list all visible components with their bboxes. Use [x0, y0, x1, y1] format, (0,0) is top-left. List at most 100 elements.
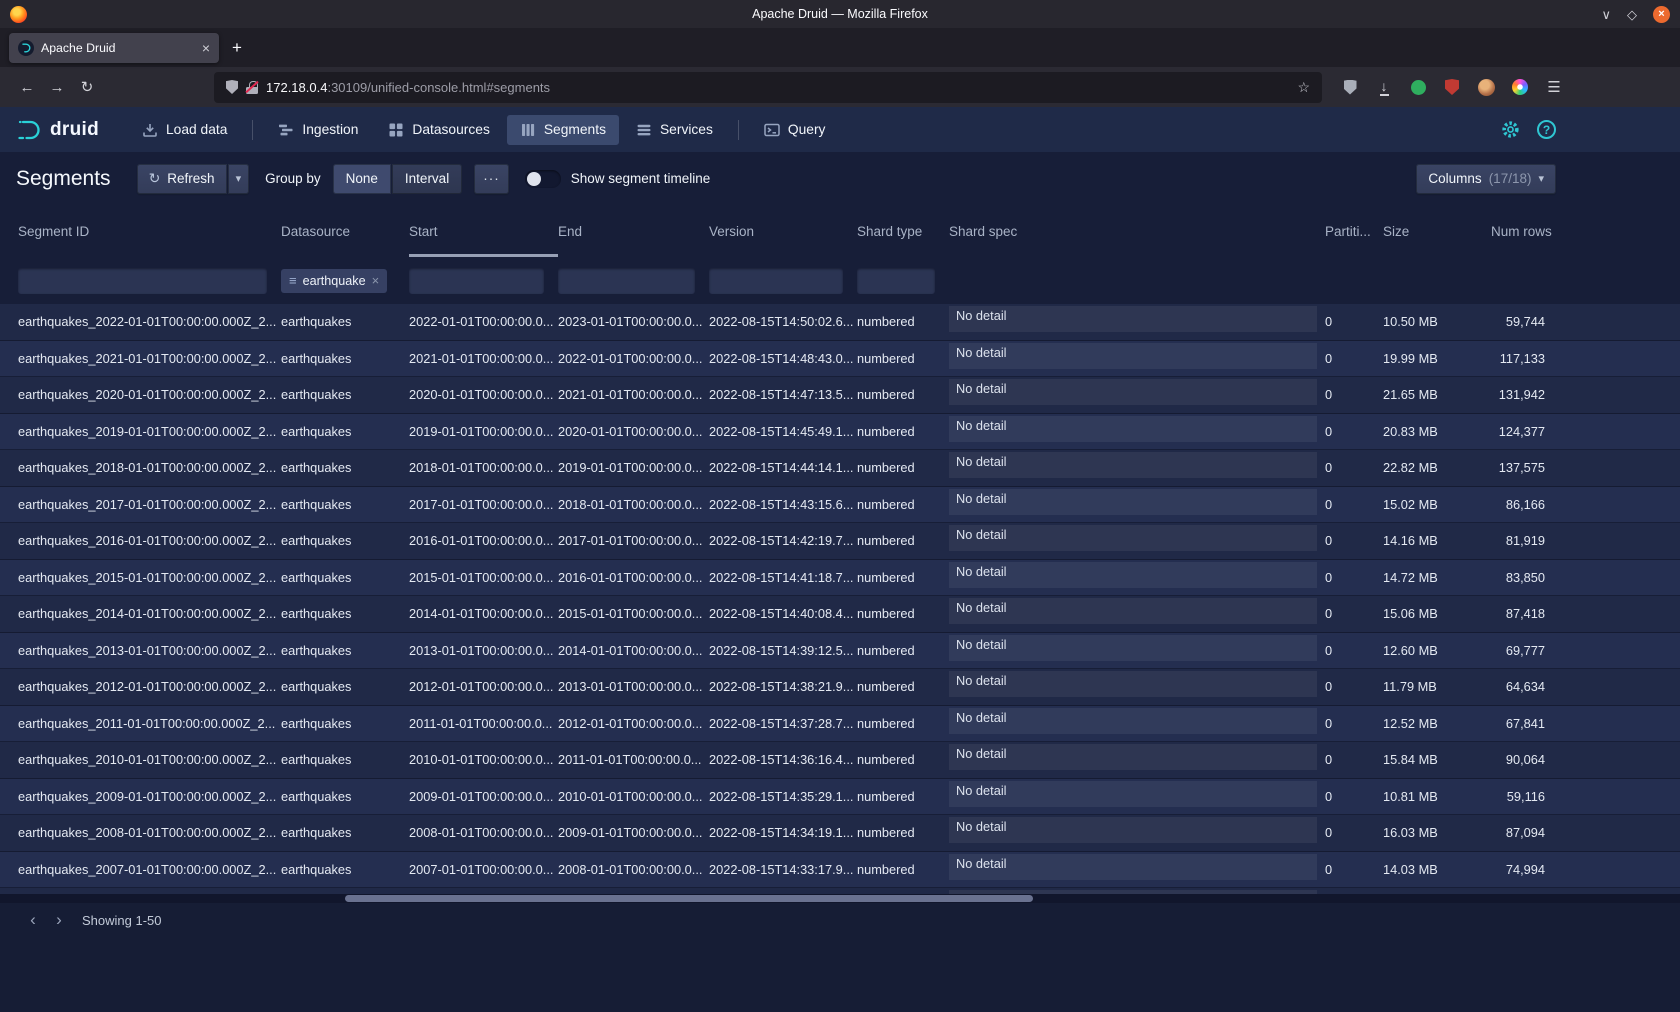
filter-input-shard-type[interactable]: [857, 268, 935, 294]
cell-size[interactable]: 10.50 MB: [1383, 304, 1491, 340]
cell-start[interactable]: 2018-01-01T00:00:00.0...: [409, 450, 558, 486]
column-header-shard-spec[interactable]: Shard spec: [949, 205, 1325, 257]
forward-button[interactable]: →: [42, 72, 72, 102]
cell-shard-spec[interactable]: No detail: [949, 523, 1325, 559]
cell-num-rows[interactable]: 67,841: [1491, 706, 1565, 742]
filter-input-version[interactable]: [709, 268, 843, 294]
reload-button[interactable]: ↻: [72, 72, 102, 102]
cell-datasource[interactable]: earthquakes: [281, 815, 409, 851]
cell-datasource[interactable]: earthquakes: [281, 852, 409, 888]
cell-segment-id[interactable]: earthquakes_2021-01-01T00:00:00.000Z_2..…: [18, 341, 281, 377]
cell-version[interactable]: 2022-08-15T14:37:28.7...: [709, 706, 857, 742]
cell-num-rows[interactable]: 86,166: [1491, 487, 1565, 523]
cell-shard-spec[interactable]: No detail: [949, 706, 1325, 742]
filter-input-start[interactable]: [409, 268, 544, 294]
filter-input-end[interactable]: [558, 268, 695, 294]
cell-shard-type[interactable]: numbered: [857, 852, 949, 888]
cell-end[interactable]: 2011-01-01T00:00:00.0...: [558, 742, 709, 778]
cell-segment-id[interactable]: earthquakes_2011-01-01T00:00:00.000Z_2..…: [18, 706, 281, 742]
cell-segment-id[interactable]: earthquakes_2009-01-01T00:00:00.000Z_2..…: [18, 779, 281, 815]
cell-datasource[interactable]: earthquakes: [281, 596, 409, 632]
cell-size[interactable]: 14.16 MB: [1383, 523, 1491, 559]
cell-shard-type[interactable]: numbered: [857, 487, 949, 523]
cell-shard-spec[interactable]: No detail: [949, 852, 1325, 888]
cell-end[interactable]: 2013-01-01T00:00:00.0...: [558, 669, 709, 705]
refresh-dropdown-button[interactable]: ▾: [228, 164, 250, 194]
cell-partiti[interactable]: 0: [1325, 523, 1383, 559]
cell-shard-spec[interactable]: No detail: [949, 341, 1325, 377]
cell-num-rows[interactable]: 83,850: [1491, 560, 1565, 596]
help-icon[interactable]: ?: [1537, 120, 1556, 139]
cell-datasource[interactable]: earthquakes: [281, 669, 409, 705]
cell-end[interactable]: 2018-01-01T00:00:00.0...: [558, 487, 709, 523]
back-button[interactable]: ←: [12, 72, 42, 102]
group-by-interval[interactable]: Interval: [392, 164, 462, 194]
cell-end[interactable]: 2019-01-01T00:00:00.0...: [558, 450, 709, 486]
cell-start[interactable]: 2022-01-01T00:00:00.0...: [409, 304, 558, 340]
cell-start[interactable]: 2016-01-01T00:00:00.0...: [409, 523, 558, 559]
cell-size[interactable]: 12.52 MB: [1383, 706, 1491, 742]
cell-end[interactable]: 2015-01-01T00:00:00.0...: [558, 596, 709, 632]
cell-size[interactable]: 22.82 MB: [1383, 450, 1491, 486]
browser-tab[interactable]: Apache Druid ×: [9, 33, 219, 63]
cell-num-rows[interactable]: 137,575: [1491, 450, 1565, 486]
cell-size[interactable]: 14.72 MB: [1383, 560, 1491, 596]
insecure-lock-icon[interactable]: [246, 81, 258, 94]
profile-avatar-icon[interactable]: [1472, 73, 1500, 101]
cell-partiti[interactable]: 0: [1325, 779, 1383, 815]
cell-partiti[interactable]: 0: [1325, 450, 1383, 486]
cell-num-rows[interactable]: 90,064: [1491, 742, 1565, 778]
cell-start[interactable]: 2020-01-01T00:00:00.0...: [409, 377, 558, 413]
cell-partiti[interactable]: 0: [1325, 304, 1383, 340]
cell-start[interactable]: 2012-01-01T00:00:00.0...: [409, 669, 558, 705]
cell-datasource[interactable]: earthquakes: [281, 706, 409, 742]
cell-num-rows[interactable]: 117,133: [1491, 341, 1565, 377]
filter-input-segment-id[interactable]: [18, 268, 267, 294]
cell-num-rows[interactable]: 81,919: [1491, 523, 1565, 559]
cell-size[interactable]: 20.83 MB: [1383, 414, 1491, 450]
next-page-button[interactable]: ›: [46, 907, 72, 933]
cell-shard-type[interactable]: numbered: [857, 779, 949, 815]
cell-size[interactable]: 11.79 MB: [1383, 669, 1491, 705]
column-header-datasource[interactable]: Datasource: [281, 205, 409, 257]
cell-shard-type[interactable]: numbered: [857, 341, 949, 377]
cell-segment-id[interactable]: earthquakes_2007-01-01T00:00:00.000Z_2..…: [18, 852, 281, 888]
cell-partiti[interactable]: 0: [1325, 487, 1383, 523]
column-header-end[interactable]: End: [558, 205, 709, 257]
cell-datasource[interactable]: earthquakes: [281, 487, 409, 523]
cell-shard-spec[interactable]: No detail: [949, 633, 1325, 669]
downloads-button[interactable]: ↓: [1370, 73, 1398, 101]
cell-num-rows[interactable]: 69,777: [1491, 633, 1565, 669]
cell-end[interactable]: 2021-01-01T00:00:00.0...: [558, 377, 709, 413]
more-options-button[interactable]: ···: [474, 164, 509, 194]
column-header-segment-id[interactable]: Segment ID: [18, 205, 281, 257]
cell-end[interactable]: 2009-01-01T00:00:00.0...: [558, 815, 709, 851]
cell-version[interactable]: 2022-08-15T14:41:18.7...: [709, 560, 857, 596]
cell-start[interactable]: 2009-01-01T00:00:00.0...: [409, 779, 558, 815]
scrollbar-thumb[interactable]: [345, 895, 1033, 902]
cell-num-rows[interactable]: 131,942: [1491, 377, 1565, 413]
columns-button[interactable]: Columns (17/18) ▾: [1416, 164, 1556, 194]
settings-gear-icon[interactable]: [1501, 120, 1520, 139]
cell-version[interactable]: 2022-08-15T14:45:49.1...: [709, 414, 857, 450]
column-header-start[interactable]: Start: [409, 205, 558, 257]
cell-segment-id[interactable]: earthquakes_2008-01-01T00:00:00.000Z_2..…: [18, 815, 281, 851]
cell-num-rows[interactable]: 74,994: [1491, 852, 1565, 888]
cell-shard-type[interactable]: numbered: [857, 377, 949, 413]
cell-start[interactable]: 2008-01-01T00:00:00.0...: [409, 815, 558, 851]
cell-shard-spec[interactable]: No detail: [949, 596, 1325, 632]
chip-remove-icon[interactable]: ×: [372, 273, 380, 288]
cell-size[interactable]: 15.02 MB: [1383, 487, 1491, 523]
cell-start[interactable]: 2013-01-01T00:00:00.0...: [409, 633, 558, 669]
cell-datasource[interactable]: earthquakes: [281, 523, 409, 559]
nav-item-ingestion[interactable]: Ingestion: [265, 115, 371, 145]
cell-datasource[interactable]: earthquakes: [281, 341, 409, 377]
cell-shard-spec[interactable]: No detail: [949, 414, 1325, 450]
cell-shard-spec[interactable]: No detail: [949, 450, 1325, 486]
column-header-shard-type[interactable]: Shard type: [857, 205, 949, 257]
maximize-button[interactable]: ◇: [1627, 8, 1637, 21]
cell-shard-type[interactable]: numbered: [857, 596, 949, 632]
cell-start[interactable]: 2021-01-01T00:00:00.0...: [409, 341, 558, 377]
extension-green-icon[interactable]: [1404, 73, 1432, 101]
close-button[interactable]: ×: [1653, 6, 1670, 23]
